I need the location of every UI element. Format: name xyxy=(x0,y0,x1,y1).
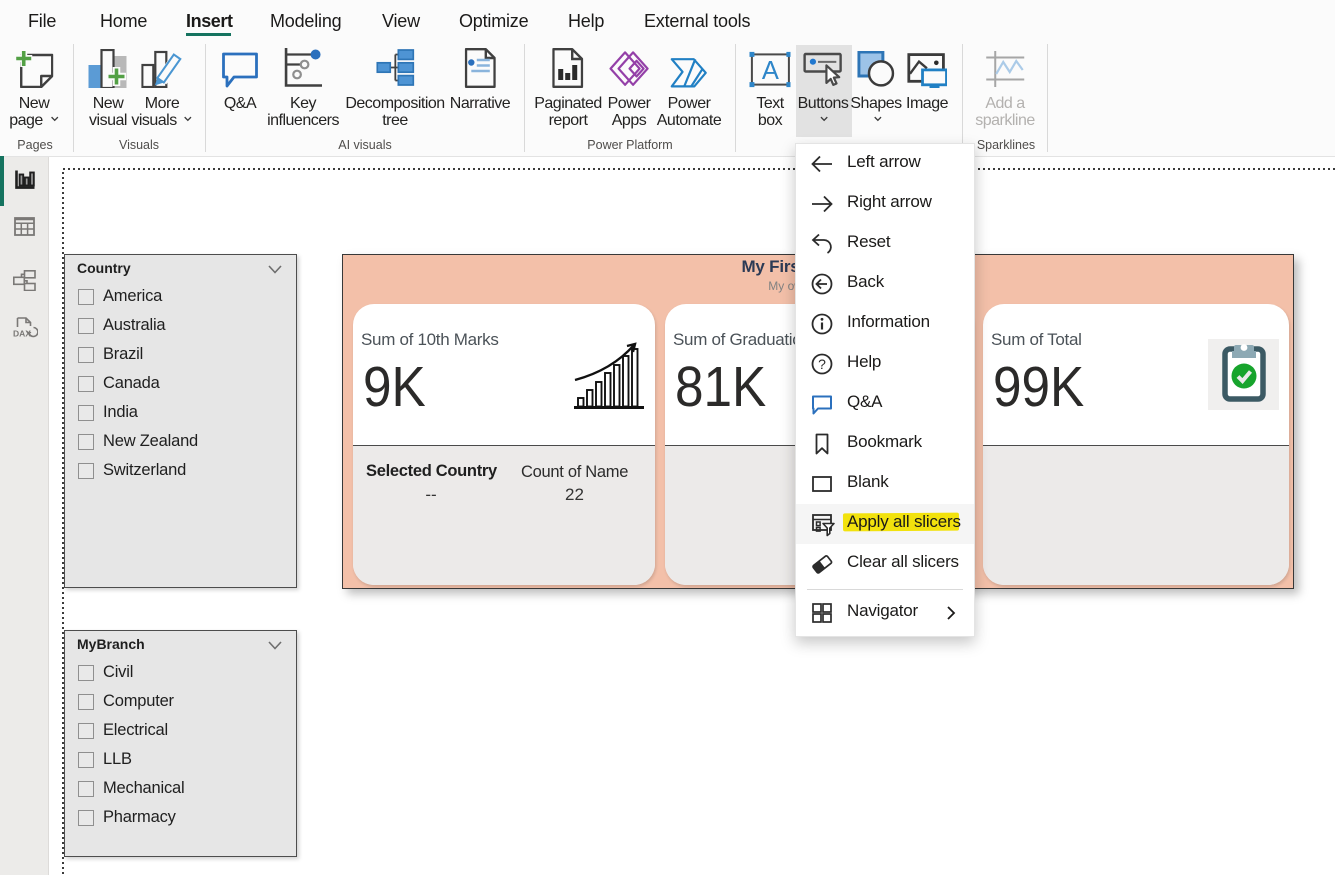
svg-text:A: A xyxy=(762,57,779,85)
svg-text:?: ? xyxy=(818,356,826,372)
